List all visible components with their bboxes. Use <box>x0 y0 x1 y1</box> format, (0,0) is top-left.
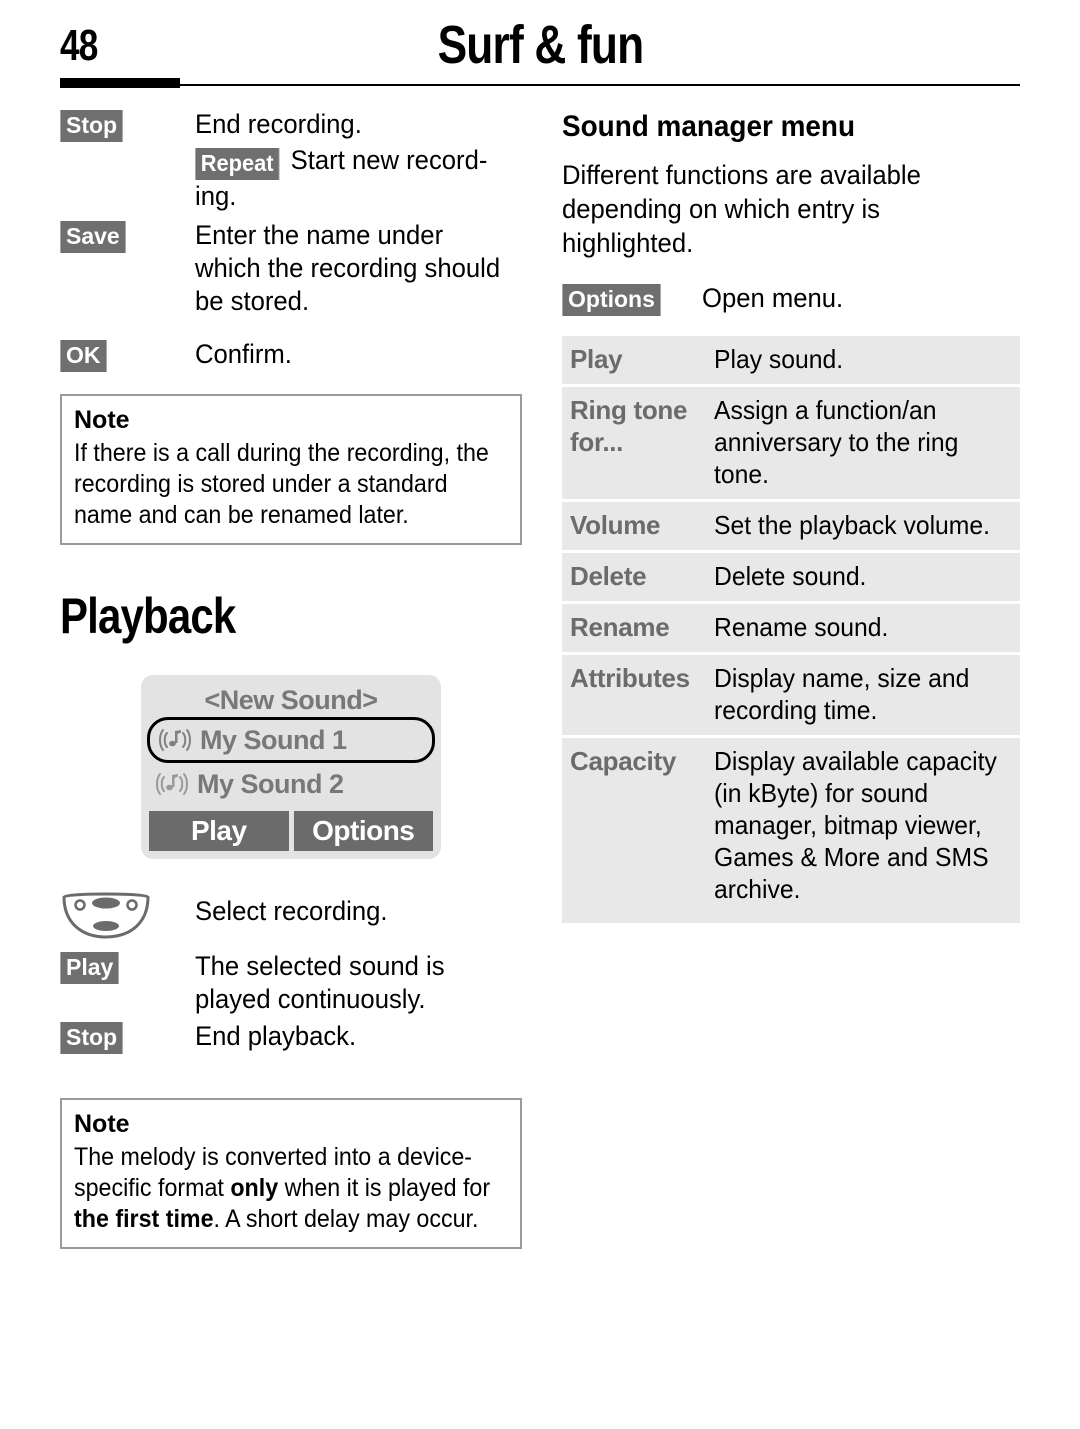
note-body: The melody is converted into a device-sp… <box>74 1142 506 1235</box>
note-body-part-3: . A short delay may occur. <box>213 1205 479 1233</box>
note-body-bold-1: only <box>230 1174 279 1202</box>
table-row[interactable]: Ring tone for... Assign a function/an an… <box>562 387 1020 499</box>
step-key-cell: Play <box>60 950 195 984</box>
navigation-key-icon[interactable] <box>60 889 152 939</box>
menu-term: Volume <box>570 510 661 540</box>
step-description: End playback. <box>195 1021 357 1051</box>
note-title: Note <box>74 1110 130 1138</box>
chapter-title: Surf & fun <box>0 14 1080 76</box>
step-key-cell: Options <box>562 282 702 316</box>
menu-definition: Display available capacity (in kByte) fo… <box>714 746 997 904</box>
right-column: Sound manager menu Different functions a… <box>562 108 1020 926</box>
playback-heading-text: Playback <box>60 588 236 644</box>
screen-list-item-selected[interactable]: My Sound 1 <box>147 717 435 763</box>
menu-term: Capacity <box>570 746 676 776</box>
step-key-cell: Save <box>60 219 195 253</box>
note-box-melody: Note The melody is converted into a devi… <box>60 1098 522 1249</box>
step-key-cell: OK <box>60 338 195 372</box>
page-header: 48 Surf & fun <box>0 0 1080 92</box>
phone-display-mock: <New Sound> My Sound 1 My Sound 2 Play O… <box>141 675 441 859</box>
header-rule-thick <box>60 78 180 88</box>
table-row[interactable]: Capacity Display available capacity (in … <box>562 738 1020 923</box>
softkey-repeat[interactable]: Repeat <box>195 148 280 180</box>
menu-term: Ring tone for... <box>570 395 688 457</box>
step-description: End recording. <box>195 109 362 139</box>
table-row[interactable]: Attributes Display name, size and record… <box>562 655 1020 735</box>
table-row[interactable]: Play Play sound. <box>562 336 1020 384</box>
step-row-stop-recording: Stop End recording. <box>60 108 522 142</box>
playback-heading: Playback <box>60 587 522 645</box>
step-description-repeat: Repeat Start new record- ing. <box>195 144 506 213</box>
chapter-title-text: Surf & fun <box>437 15 644 75</box>
screen-title-new-sound: <New Sound> <box>204 685 378 715</box>
step-description: The selected sound is played continuousl… <box>195 951 445 1014</box>
step-key-cell: Stop <box>60 1020 195 1054</box>
softkey-options[interactable]: Options <box>562 284 661 316</box>
table-row[interactable]: Volume Set the playback volume. <box>562 502 1020 550</box>
note-title: Note <box>74 406 130 434</box>
sound-manager-menu-heading-text: Sound manager menu <box>562 110 855 143</box>
step-key-cell-empty <box>60 144 195 146</box>
step-row-stop-playback: Stop End playback. <box>60 1020 522 1054</box>
sound-note-icon <box>153 769 191 799</box>
step-description: Enter the name under which the recording… <box>195 220 501 316</box>
note-body: If there is a call during the recording,… <box>74 439 489 529</box>
menu-definition: Delete sound. <box>714 561 867 591</box>
softkey-save[interactable]: Save <box>60 221 126 253</box>
screen-list-item[interactable]: My Sound 2 <box>147 763 435 805</box>
table-row[interactable]: Rename Rename sound. <box>562 604 1020 652</box>
step-row-options: Options Open menu. <box>562 282 1020 316</box>
left-column: Stop End recording. Repeat Start new reco… <box>60 108 522 1249</box>
step-row-play: Play The selected sound is played contin… <box>60 950 522 1016</box>
sound-manager-intro: Different functions are available depend… <box>562 160 921 258</box>
menu-definition: Display name, size and recording time. <box>714 663 970 725</box>
screen-list-item-label: My Sound 1 <box>200 724 347 755</box>
menu-definition: Assign a function/an anniversary to the … <box>714 395 959 489</box>
step-row-save: Save Enter the name under which the reco… <box>60 219 522 318</box>
sound-manager-menu-heading: Sound manager menu <box>562 108 1020 146</box>
header-rule-thin <box>60 84 1020 86</box>
note-body-bold-2: the first time <box>74 1205 214 1233</box>
softkey-stop[interactable]: Stop <box>60 110 124 142</box>
menu-term: Delete <box>570 561 647 591</box>
screen-softkey-play[interactable]: Play <box>149 811 289 851</box>
softkey-play[interactable]: Play <box>60 952 120 984</box>
table-row[interactable]: Delete Delete sound. <box>562 553 1020 601</box>
step-key-cell: Stop <box>60 108 195 142</box>
menu-term: Rename <box>570 612 670 642</box>
menu-definition: Play sound. <box>714 344 844 374</box>
menu-term: Attributes <box>570 663 690 693</box>
screen-softkey-bar: Play Options <box>149 811 433 851</box>
menu-definition: Set the playback volume. <box>714 510 990 540</box>
step-description: Open menu. <box>702 283 844 313</box>
softkey-stop-playback[interactable]: Stop <box>60 1022 124 1054</box>
step-row-select-recording: Select recording. <box>60 887 522 944</box>
menu-term: Play <box>570 344 623 374</box>
sound-manager-menu-table: Play Play sound. Ring tone for... Assign… <box>562 336 1020 923</box>
note-box-recording: Note If there is a call during the recor… <box>60 394 522 545</box>
menu-definition: Rename sound. <box>714 612 889 642</box>
step-row-ok: OK Confirm. <box>60 338 522 372</box>
step-row-repeat-recording: Repeat Start new record- ing. <box>60 144 522 213</box>
step-key-cell <box>60 887 195 944</box>
sound-note-icon <box>156 725 194 755</box>
screen-softkey-options[interactable]: Options <box>293 811 433 851</box>
note-body-part-2: when it is played for <box>278 1174 491 1202</box>
step-description: Confirm. <box>195 339 292 369</box>
step-description: Select recording. <box>195 896 388 926</box>
softkey-ok[interactable]: OK <box>60 340 107 372</box>
screen-list-item-label: My Sound 2 <box>197 768 344 799</box>
